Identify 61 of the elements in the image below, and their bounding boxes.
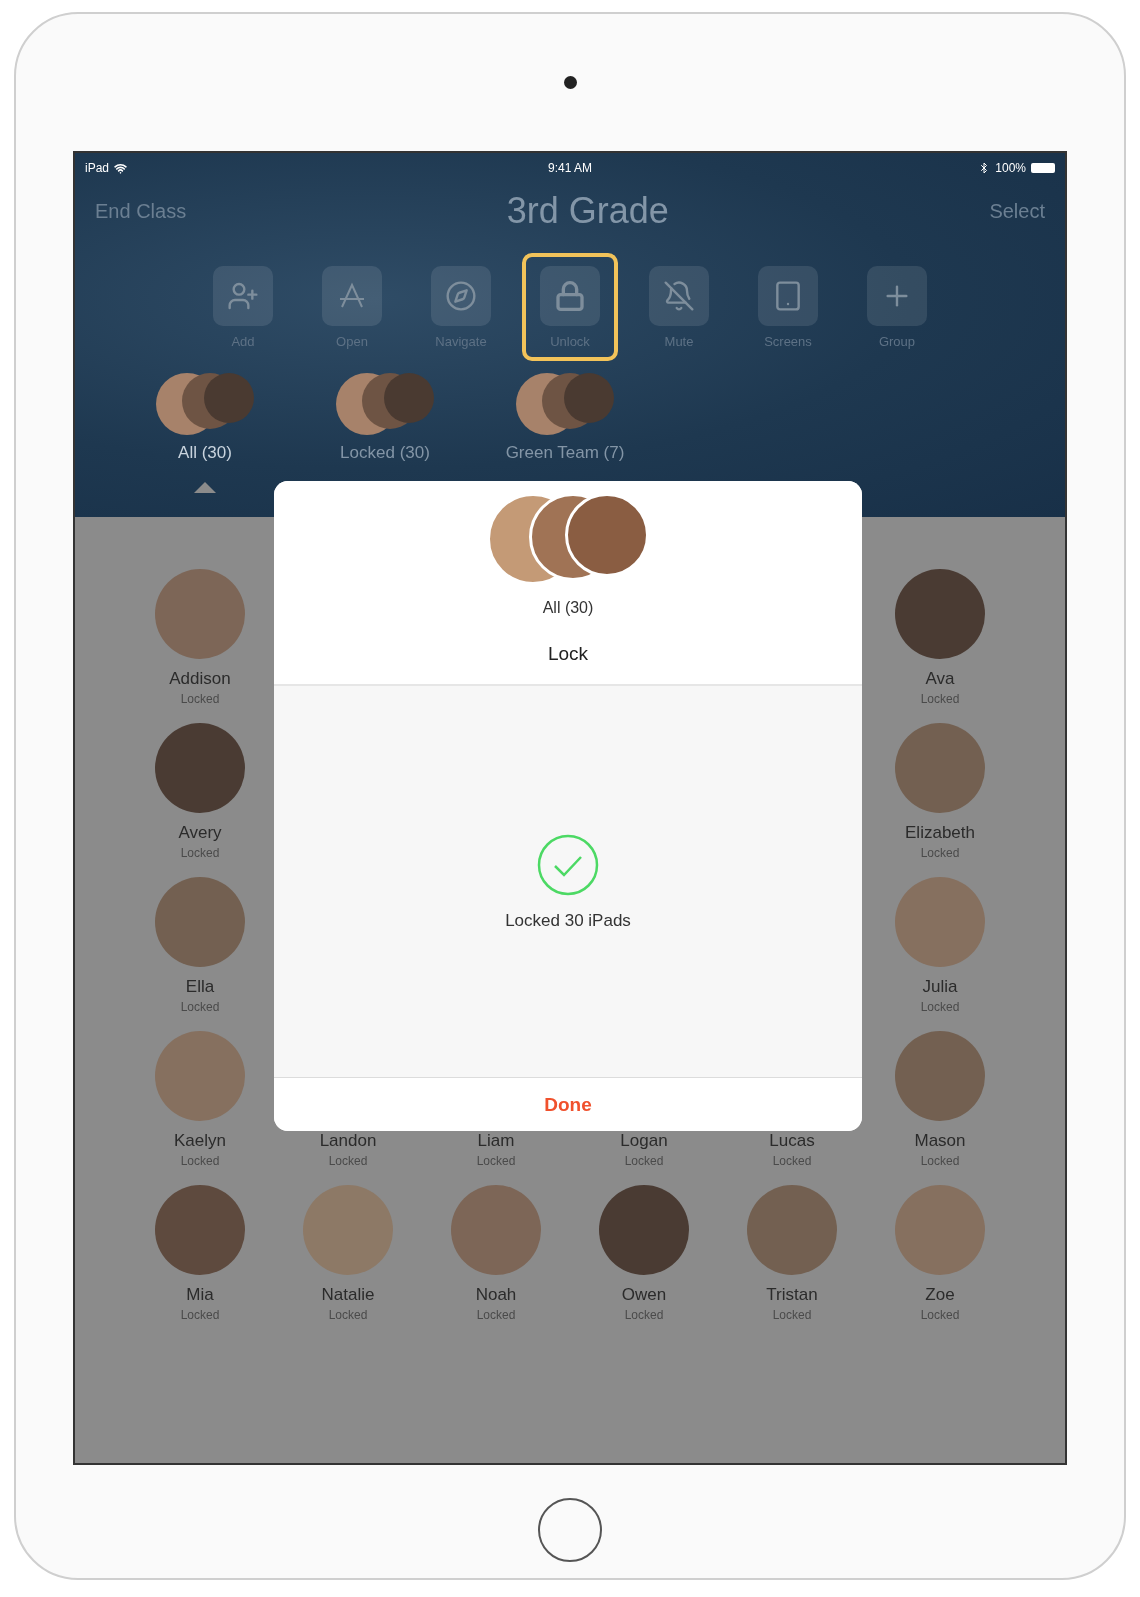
student-status: Locked — [328, 1154, 368, 1168]
student-name: Natalie — [321, 1285, 375, 1305]
group-tab[interactable]: All (30) — [145, 373, 265, 463]
compass-icon — [445, 279, 477, 312]
toolbar-button[interactable]: Group — [849, 253, 945, 361]
student-name: Zoe — [925, 1285, 955, 1305]
student-status: Locked — [476, 1154, 516, 1168]
student-status: Locked — [328, 1308, 368, 1322]
lock-icon — [554, 279, 586, 312]
student-name: Owen — [621, 1285, 667, 1305]
student-name: Logan — [620, 1131, 668, 1151]
student-status: Locked — [920, 1000, 960, 1014]
group-name: All (30) — [542, 599, 594, 617]
student-status: Locked — [180, 1000, 220, 1014]
student-status: Locked — [772, 1154, 812, 1168]
checkmark-circle-icon — [536, 832, 600, 897]
student-name: Elizabeth — [905, 823, 975, 843]
student-status: Locked — [920, 1154, 960, 1168]
camera-dot — [563, 76, 577, 89]
student-name: Ava — [925, 669, 955, 689]
student-status: Locked — [624, 1154, 664, 1168]
clock-text: 9:41 AM — [548, 161, 592, 175]
wifi-icon — [114, 161, 128, 175]
end-class-link[interactable]: End Class — [95, 199, 187, 223]
toolbar-button[interactable]: Mute — [631, 253, 727, 361]
student-name: Lucas — [769, 1131, 815, 1151]
student-name: Ella — [185, 977, 215, 997]
muted-bell-icon — [663, 279, 695, 312]
student-name: Avery — [178, 823, 222, 843]
student-status: Locked — [180, 1308, 220, 1322]
action-title: Lock — [547, 643, 589, 665]
carrier-text: iPad — [85, 161, 110, 175]
toolbar-button[interactable]: Screens — [740, 253, 836, 361]
student-name: Noah — [475, 1285, 517, 1305]
student-name: Tristan — [766, 1285, 818, 1305]
student-status: Locked — [180, 846, 220, 860]
selection-pointer — [194, 482, 216, 493]
group-tab[interactable]: Locked (30) — [325, 373, 445, 463]
student-name: Julia — [922, 977, 958, 997]
battery-icon — [1031, 163, 1055, 173]
student-name: Addison — [169, 669, 231, 689]
battery-percent: 100% — [995, 161, 1026, 175]
student-status: Locked — [624, 1308, 664, 1322]
result-message: Locked 30 iPads — [505, 910, 631, 931]
student-name: Mia — [186, 1285, 214, 1305]
home-button[interactable] — [538, 1498, 602, 1562]
student-status: Locked — [180, 692, 220, 706]
student-name: Mason — [914, 1131, 966, 1151]
student-status: Locked — [180, 1154, 220, 1168]
student-name: Landon — [319, 1131, 377, 1151]
student-status: Locked — [920, 1308, 960, 1322]
student-status: Locked — [772, 1308, 812, 1322]
student-name: Kaelyn — [174, 1131, 226, 1151]
student-status: Locked — [920, 692, 960, 706]
done-button[interactable]: Done — [274, 1077, 862, 1131]
select-link[interactable]: Select — [989, 199, 1045, 223]
student-status: Locked — [476, 1308, 516, 1322]
student-name: Liam — [477, 1131, 515, 1151]
student-status: Locked — [920, 846, 960, 860]
group-tab[interactable]: Green Team (7) — [505, 373, 625, 463]
class-title: 3rd Grade — [506, 190, 669, 232]
